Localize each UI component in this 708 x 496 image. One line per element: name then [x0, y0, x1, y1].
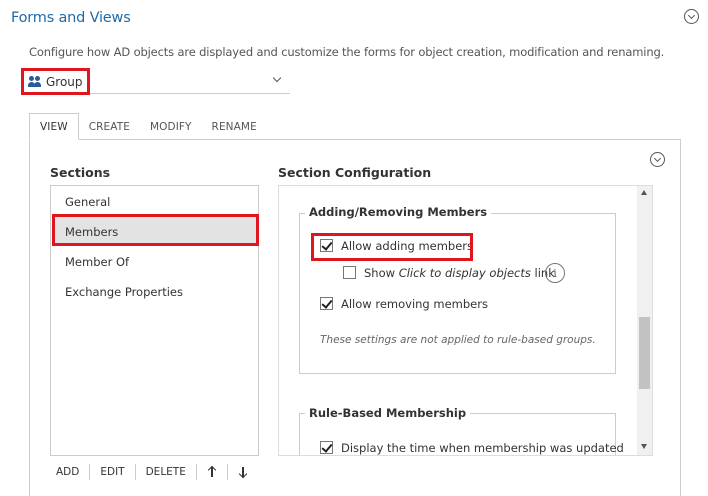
group-icon	[28, 76, 42, 87]
move-down-button[interactable]	[228, 464, 258, 480]
scroll-thumb[interactable]	[639, 317, 650, 389]
page-title: Forms and Views	[11, 10, 131, 26]
delete-button[interactable]: DELETE	[136, 464, 197, 480]
show-link-label: Show Click to display objects link	[364, 266, 555, 280]
display-time-label: Display the time when membership was upd…	[341, 441, 624, 455]
rule-based-note: These settings are not applied to rule-b…	[320, 334, 596, 346]
collapse-icon[interactable]	[684, 9, 699, 24]
display-time-checkbox[interactable]	[320, 441, 333, 454]
move-up-button[interactable]	[197, 464, 228, 480]
sections-heading: Sections	[50, 165, 111, 180]
add-button[interactable]: ADD	[46, 464, 91, 480]
collapse-panel-icon[interactable]	[650, 152, 665, 167]
allow-removing-checkbox[interactable]	[320, 297, 333, 310]
chevron-down-icon[interactable]	[272, 73, 282, 83]
show-link-checkbox[interactable]	[343, 266, 356, 279]
list-item-exchange-properties[interactable]: Exchange Properties	[65, 285, 183, 299]
scroll-up-icon[interactable]	[641, 190, 647, 195]
rule-based-legend: Rule-Based Membership	[305, 406, 471, 420]
object-type-highlight: Group	[21, 68, 90, 95]
allow-adding-highlight	[311, 233, 473, 261]
list-item-general[interactable]: General	[65, 195, 110, 209]
tab-view[interactable]: VIEW	[29, 113, 79, 140]
allow-removing-label: Allow removing members	[341, 297, 488, 311]
tab-rename[interactable]: RENAME	[202, 113, 267, 140]
object-type-value: Group	[46, 74, 83, 89]
edit-button[interactable]: EDIT	[90, 464, 136, 480]
arrow-up-icon	[207, 466, 217, 478]
members-highlight	[52, 214, 259, 246]
config-clip	[279, 456, 653, 496]
tab-bar: VIEW CREATE MODIFY RENAME	[29, 113, 267, 140]
scroll-down-icon[interactable]	[641, 444, 647, 449]
section-config-heading: Section Configuration	[278, 165, 432, 180]
page-description: Configure how AD objects are displayed a…	[29, 45, 665, 59]
arrow-down-icon	[238, 466, 248, 478]
config-bottom-border	[278, 455, 653, 456]
list-item-member-of[interactable]: Member Of	[65, 255, 129, 269]
sections-toolbar: ADD EDIT DELETE	[46, 464, 258, 480]
config-scrollbar[interactable]	[637, 186, 652, 455]
tab-create[interactable]: CREATE	[79, 113, 140, 140]
object-type-select[interactable]: Group	[21, 68, 290, 95]
info-icon[interactable]: i	[545, 263, 565, 283]
tab-modify[interactable]: MODIFY	[140, 113, 202, 140]
adding-removing-legend: Adding/Removing Members	[305, 205, 492, 219]
